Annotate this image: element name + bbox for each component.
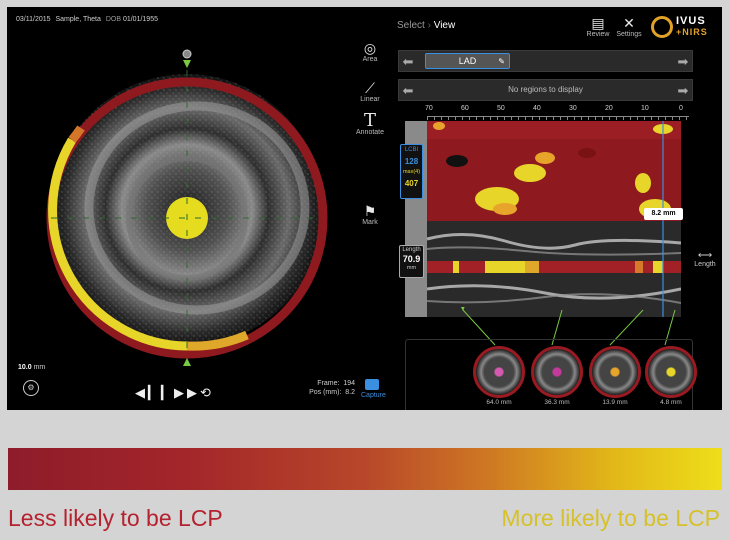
mark-label: Mark bbox=[362, 219, 378, 226]
wrench-icon: ✕ bbox=[623, 15, 635, 31]
mark-tool-button[interactable]: ⚑ Mark bbox=[355, 203, 385, 226]
legend-left-text: Less likely to be LCP bbox=[8, 505, 223, 531]
play-icon[interactable]: ▶ bbox=[187, 385, 200, 400]
lcbi-max-label: max(4) bbox=[402, 169, 421, 175]
frame-value: 194 bbox=[343, 380, 355, 387]
text-icon: T bbox=[363, 110, 376, 131]
logo-ivus: IVUS bbox=[676, 15, 706, 27]
thumbnail-image bbox=[589, 346, 641, 398]
pos-label: Pos (mm): bbox=[309, 389, 342, 396]
thumbnail-label: 64.0 mm bbox=[486, 399, 512, 406]
thumbnail-image bbox=[645, 346, 697, 398]
exam-date: 03/11/2015 bbox=[16, 16, 51, 23]
position-axis: 70 60 50 40 30 20 10 0 bbox=[425, 105, 689, 115]
thumbnail-image bbox=[531, 346, 583, 398]
axis-tick: 0 bbox=[679, 105, 683, 112]
thumbnail-label: 36.3 mm bbox=[544, 399, 570, 406]
area-tool-button[interactable]: ◎ Area bbox=[355, 40, 385, 63]
bookmark-icon: ⚑ bbox=[363, 203, 377, 219]
camera-icon bbox=[365, 379, 379, 390]
axis-tick: 50 bbox=[497, 105, 505, 112]
thumbnail-card[interactable]: 36.3 mm bbox=[528, 346, 586, 406]
step-back-icon[interactable]: ◀▎ bbox=[135, 385, 161, 400]
dob-value: 01/01/1955 bbox=[122, 16, 158, 23]
length-right-label: Length bbox=[694, 261, 716, 268]
transverse-ivus-view[interactable] bbox=[37, 40, 337, 370]
annotate-label: Annotate bbox=[355, 129, 385, 136]
axis-tick: 60 bbox=[461, 105, 469, 112]
regions-bar: ⬅ No regions to display ➡ bbox=[398, 79, 693, 101]
scale-unit: mm bbox=[33, 364, 46, 371]
axis-tick: 70 bbox=[425, 105, 433, 112]
edit-icon[interactable]: ✎ bbox=[498, 54, 505, 69]
vessel-next-arrow-icon[interactable]: ➡ bbox=[676, 55, 690, 69]
step-forward-icon[interactable]: ▎▶ bbox=[161, 385, 187, 400]
review-label: Review bbox=[586, 31, 610, 38]
axis-tick: 20 bbox=[605, 105, 613, 112]
lcbi-panel: LCBI 128 max(4) 407 bbox=[400, 144, 423, 199]
thumbnail-card[interactable]: 4.8 mm bbox=[642, 346, 700, 406]
axis-tick: 40 bbox=[533, 105, 541, 112]
ivus-nirs-screen: 03/11/2015 Sample, Theta DOB 01/01/1955 bbox=[7, 7, 722, 410]
pos-value: 8.2 bbox=[345, 389, 355, 396]
position-marker-label[interactable]: 8.2 mm bbox=[644, 208, 683, 220]
annotate-tool-button[interactable]: T Annotate bbox=[355, 110, 385, 137]
capture-button[interactable]: Capture bbox=[361, 379, 386, 399]
breadcrumb-separator: › bbox=[427, 20, 431, 31]
area-label: Area bbox=[362, 56, 378, 63]
axis-tick: 10 bbox=[641, 105, 649, 112]
chemogram-and-longitudinal-view[interactable] bbox=[405, 121, 681, 317]
ivus-nirs-logo: IVUS +NIRS bbox=[651, 14, 721, 42]
area-icon: ◎ bbox=[363, 40, 377, 56]
patient-header: 03/11/2015 Sample, Theta DOB 01/01/1955 bbox=[16, 16, 158, 23]
axis-ruler bbox=[427, 116, 689, 120]
linear-label: Linear bbox=[360, 96, 380, 103]
lcbi-label: LCBI bbox=[404, 147, 419, 153]
settings-label: Settings bbox=[616, 31, 642, 38]
length-arrows-icon: ⟷ bbox=[697, 250, 713, 261]
dob-label: DOB bbox=[105, 16, 121, 23]
thumbnail-card[interactable]: 64.0 mm bbox=[470, 346, 528, 406]
thumbnail-label: 13.9 mm bbox=[602, 399, 628, 406]
lcbi-value: 128 bbox=[404, 157, 419, 166]
review-button[interactable]: ▤ Review bbox=[583, 15, 613, 38]
length-value: 70.9 bbox=[402, 254, 421, 264]
legend-right-text: More likely to be LCP bbox=[501, 505, 720, 531]
linear-tool-button[interactable]: ⟋ Linear bbox=[355, 80, 385, 103]
loop-icon[interactable]: ⟲ bbox=[200, 385, 214, 400]
settings-button[interactable]: ✕ Settings bbox=[614, 15, 644, 38]
ruler-icon: ⟋ bbox=[365, 80, 375, 96]
scale-readout: 10.0 mm bbox=[18, 364, 45, 371]
length-panel: Length 70.9 mm bbox=[399, 245, 424, 278]
vessel-name: LAD bbox=[458, 56, 477, 66]
frame-label: Frame: bbox=[317, 380, 340, 387]
length-control[interactable]: ⟷ Length bbox=[690, 250, 720, 268]
thumbnail-image bbox=[473, 346, 525, 398]
thumbnail-strip: 64.0 mm 36.3 mm 13.9 mm 4.8 mm bbox=[405, 339, 697, 410]
thumbnail-label: 4.8 mm bbox=[660, 399, 682, 406]
vessel-selector-bar: ⬅ LAD ✎ ➡ bbox=[398, 50, 693, 72]
regions-message: No regions to display bbox=[508, 85, 583, 94]
thumbnail-card[interactable]: 13.9 mm bbox=[586, 346, 644, 406]
lcp-color-scale-bar bbox=[8, 448, 722, 490]
axis-tick: 30 bbox=[569, 105, 577, 112]
breadcrumb-view: View bbox=[433, 20, 456, 31]
frame-info: Frame: 194 Pos (mm): 8.2 bbox=[295, 379, 355, 397]
vessel-prev-arrow-icon[interactable]: ⬅ bbox=[401, 55, 415, 69]
review-icon: ▤ bbox=[591, 15, 605, 31]
patient-name: Sample, Theta bbox=[55, 16, 101, 23]
region-prev-arrow-icon[interactable]: ⬅ bbox=[401, 84, 415, 98]
capture-label: Capture bbox=[361, 392, 386, 399]
region-next-arrow-icon[interactable]: ➡ bbox=[676, 84, 690, 98]
breadcrumb-select[interactable]: Select bbox=[397, 20, 425, 31]
playback-controls: ◀▎▎▶▶⟲ bbox=[135, 385, 231, 401]
logo-nirs: +NIRS bbox=[676, 27, 708, 37]
breadcrumb: Select › View bbox=[397, 20, 455, 31]
settings-gear-icon[interactable]: ⚙ bbox=[23, 380, 39, 396]
vessel-dropdown[interactable]: LAD ✎ bbox=[425, 53, 510, 69]
lcbi-max-value: 407 bbox=[404, 179, 419, 188]
scale-value: 10.0 bbox=[18, 364, 32, 371]
length-unit: mm bbox=[406, 265, 417, 271]
logo-ring bbox=[651, 16, 673, 38]
